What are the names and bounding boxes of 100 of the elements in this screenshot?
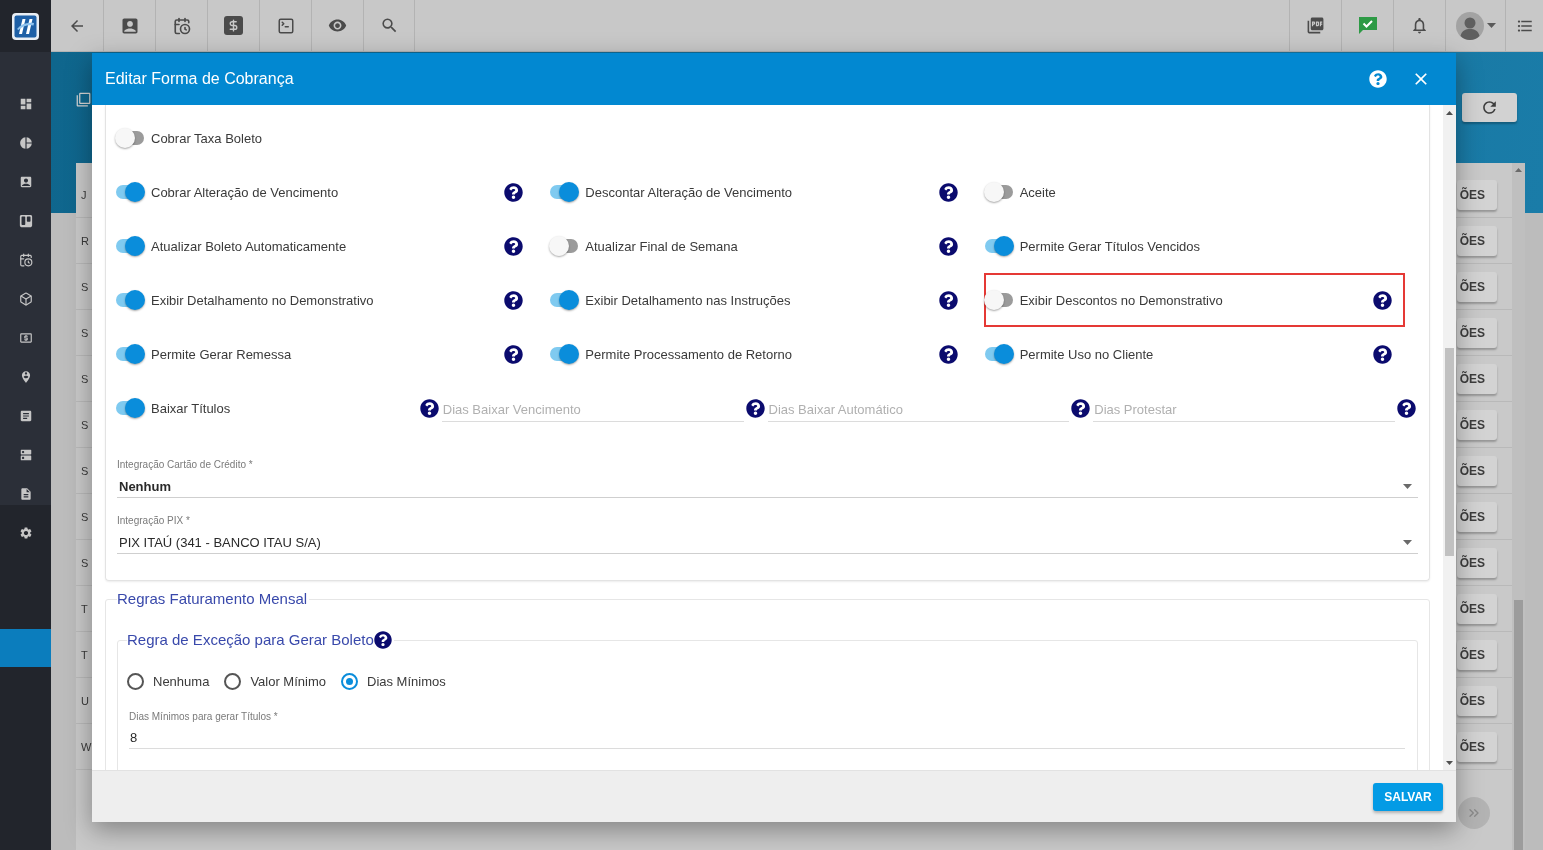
arrow-down-icon[interactable] [1446,761,1453,765]
field-label: Integração Cartão de Crédito * [117,459,254,471]
logo[interactable] [12,12,39,40]
action-button[interactable]: ÕES [1456,455,1497,486]
radio-button[interactable] [127,672,144,690]
toggle-label: Permite Processamento de Retorno [585,346,792,362]
toggle-label: Exibir Detalhamento nas Instruções [585,292,791,308]
toggle-label: Permite Gerar Remessa [151,346,292,362]
help-icon[interactable] [1373,290,1392,310]
input-field[interactable]: Dias Protestar [1093,394,1395,422]
help-icon[interactable] [504,182,524,202]
input-field[interactable]: Dias Baixar Automático [767,394,1070,422]
action-button[interactable]: ÕES [1456,501,1497,532]
action-button[interactable]: ÕES [1456,363,1497,394]
arrow-up-icon[interactable] [1515,168,1522,172]
toggle-label: Cobrar Taxa Boleto [151,130,263,146]
toggle-switch[interactable] [983,290,1014,310]
table-cell-text: S [80,418,89,431]
table-cell-text: U [80,694,89,707]
toggle-switch[interactable] [115,236,145,256]
help-icon[interactable] [504,236,524,256]
action-button[interactable]: ÕES [1456,593,1497,624]
action-button[interactable]: ÕES [1456,547,1497,578]
table-cell-text: T [80,602,88,615]
toggle-label: Aceite [1019,184,1056,200]
stacked-squares-icon[interactable] [76,92,91,107]
field-label: Integração PIX * [117,515,191,527]
input-field[interactable]: 8 [129,727,1405,749]
radio-label: Nenhuma [153,673,210,689]
help-icon[interactable] [504,344,524,364]
help-icon[interactable] [1373,344,1392,364]
help-icon[interactable] [938,182,958,202]
input-field[interactable]: Dias Baixar Vencimento [441,394,744,422]
pdf-file-icon [1306,16,1325,35]
dashboard-icon [18,96,33,111]
help-icon[interactable] [938,344,958,364]
board-icon [18,213,33,228]
help-icon[interactable] [504,290,524,310]
search-icon [379,16,399,35]
table-cell-text: S [80,464,89,477]
help-icon[interactable] [745,398,765,418]
action-button[interactable]: ÕES [1456,731,1497,762]
radio-button[interactable] [224,672,242,690]
action-button[interactable]: ÕES [1456,639,1497,670]
toggle-label: Exibir Detalhamento no Demonstrativo [151,292,374,308]
action-button[interactable]: ÕES [1456,685,1497,716]
calendar-clock-icon [172,16,191,35]
toggle-switch[interactable] [983,236,1014,256]
toggle-label: Atualizar Boleto Automaticamente [151,238,347,254]
help-icon[interactable] [419,398,439,418]
toggle-switch[interactable] [115,290,145,310]
arrow-up-icon[interactable] [1446,111,1453,115]
action-button[interactable]: ÕES [1456,179,1497,210]
field-label: Dias Mínimos para gerar Títulos * [129,711,279,723]
scrollbar-thumb[interactable] [1514,600,1523,850]
radio-button[interactable] [341,672,358,690]
select-field[interactable]: Nenhum [117,476,1418,498]
toggle-label: Descontar Alteração de Vencimento [585,184,792,200]
section-title: Regras Faturamento Mensal [117,590,308,608]
dollar-icon [224,16,243,35]
toggle-switch[interactable] [549,290,580,310]
server-icon [18,447,33,462]
banknote-icon [18,330,33,345]
cube-icon [18,291,33,306]
caret-icon [1403,484,1412,489]
article-icon [18,408,33,423]
document-icon [18,486,33,501]
toggle-switch[interactable] [115,182,145,202]
help-icon[interactable] [1397,398,1416,418]
toggle-switch[interactable] [983,344,1014,364]
action-button[interactable]: ÕES [1456,317,1497,348]
action-button[interactable]: ÕES [1456,409,1497,440]
toggle-switch[interactable] [549,182,580,202]
terminal-icon [276,16,295,35]
action-button[interactable]: ÕES [1456,225,1497,256]
toggle-switch[interactable] [115,128,145,148]
refresh-icon [1480,98,1499,117]
select-field[interactable]: PIX ITAÚ (341 - BANCO ITAU S/A) [117,532,1418,554]
radio-label: Dias Mínimos [367,673,446,689]
caret-icon [1403,540,1412,545]
table-cell-text: S [80,280,89,293]
toggle-switch[interactable] [549,344,580,364]
action-button[interactable]: ÕES [1456,271,1497,302]
toggle-switch[interactable] [115,398,145,418]
toggle-label: Permite Gerar Títulos Vencidos [1019,238,1201,254]
help-icon[interactable] [938,290,958,310]
table-cell-text: J [80,188,87,201]
chat-check-icon [1358,16,1377,35]
radio-label: Valor Mínimo [250,673,326,689]
caret-icon [1486,23,1496,28]
help-icon[interactable] [1071,398,1091,418]
refresh-button[interactable] [1462,93,1517,122]
help-icon[interactable] [373,631,392,649]
table-cell-text: S [80,510,89,523]
help-icon[interactable] [938,236,958,256]
toggle-switch[interactable] [115,344,145,364]
toggle-label: Baixar Títulos [151,400,231,416]
toggle-switch[interactable] [549,236,580,256]
toggle-switch[interactable] [983,182,1014,202]
scrollbar-thumb[interactable] [1445,348,1454,556]
